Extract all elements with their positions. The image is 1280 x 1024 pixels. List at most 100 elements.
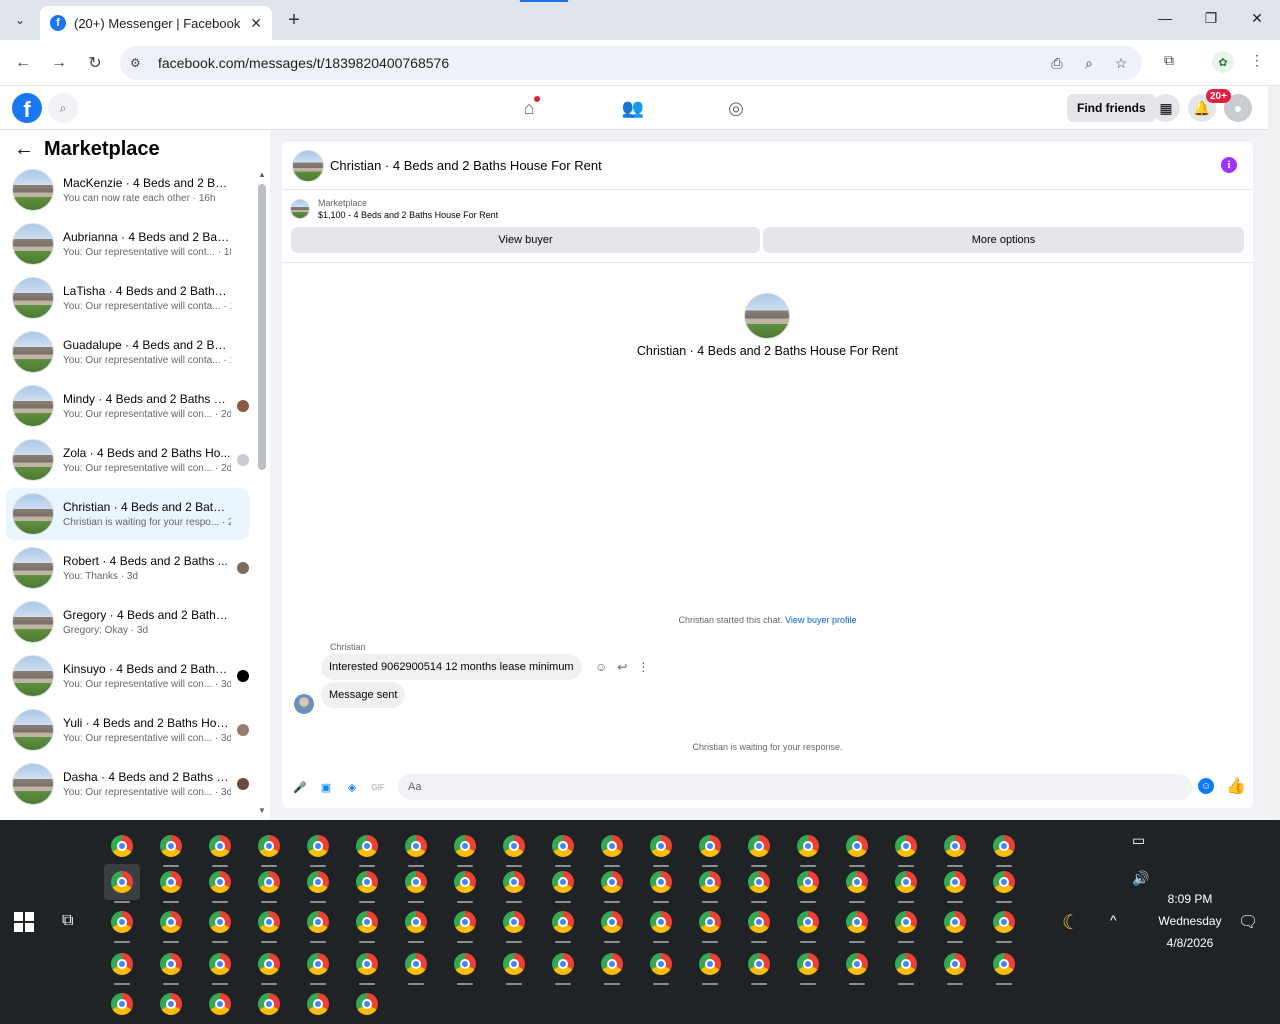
conversation-item[interactable]: LaTisha · 4 Beds and 2 Baths Ho... You: O…: [6, 272, 249, 324]
taskbar-app-icon[interactable]: [153, 946, 189, 985]
taskbar-app-icon[interactable]: [888, 828, 924, 867]
notification-center-icon[interactable]: 🗨: [1238, 912, 1258, 932]
conversation-item[interactable]: Guadalupe · 4 Beds and 2 Baths... You: Ou…: [6, 326, 249, 378]
taskbar-app-icon[interactable]: [594, 864, 630, 903]
photo-icon[interactable]: ▣: [318, 779, 334, 795]
more-icon[interactable]: ⋮: [637, 660, 649, 674]
taskbar-app-icon[interactable]: [986, 946, 1022, 985]
facebook-logo-icon[interactable]: f: [12, 93, 42, 123]
taskbar-app-icon[interactable]: [790, 828, 826, 867]
zoom-icon[interactable]: ⌕: [1078, 55, 1100, 72]
scroll-down-icon[interactable]: ▼: [258, 806, 266, 815]
chat-avatar[interactable]: [292, 149, 324, 182]
taskbar-app-icon[interactable]: [937, 904, 973, 943]
taskbar-app-icon[interactable]: [741, 828, 777, 867]
taskbar-app-icon[interactable]: [888, 946, 924, 985]
conversation-item[interactable]: Gregory · 4 Beds and 2 Baths H... Gregory…: [6, 596, 249, 648]
minimize-icon[interactable]: —: [1155, 10, 1175, 26]
forward-icon[interactable]: →: [48, 52, 70, 74]
taskbar-app-icon[interactable]: [447, 904, 483, 943]
taskbar-app-icon[interactable]: [643, 904, 679, 943]
taskbar-app-icon[interactable]: [349, 828, 385, 867]
sidebar-scroll-thumb[interactable]: [258, 184, 266, 470]
taskbar-app-icon[interactable]: [202, 904, 238, 943]
conversation-item[interactable]: Christian · 4 Beds and 2 Baths ... Christ…: [6, 488, 249, 540]
taskbar-app-icon[interactable]: [447, 828, 483, 867]
taskbar-app-icon[interactable]: [251, 864, 287, 903]
react-emoji-icon[interactable]: ☺: [595, 660, 607, 674]
taskbar-app-icon[interactable]: [202, 986, 238, 1022]
search-icon[interactable]: ⌕: [48, 93, 78, 123]
taskbar-app-icon[interactable]: [643, 828, 679, 867]
more-options-button[interactable]: More options: [763, 227, 1244, 253]
taskbar-app-icon[interactable]: [104, 828, 140, 867]
taskbar-app-icon[interactable]: [349, 946, 385, 985]
close-tab-icon[interactable]: ✕: [250, 15, 262, 32]
taskbar-app-icon[interactable]: [202, 946, 238, 985]
message-bubble[interactable]: Interested 9062900514 12 months lease mi…: [321, 654, 582, 680]
message-bubble[interactable]: Message sent: [321, 682, 406, 708]
browser-tab[interactable]: f (20+) Messenger | Facebook ✕: [40, 6, 272, 40]
taskbar-app-icon[interactable]: [594, 904, 630, 943]
taskbar-app-icon[interactable]: [398, 904, 434, 943]
taskbar-app-icon[interactable]: [790, 946, 826, 985]
taskbar-app-icon[interactable]: [937, 828, 973, 867]
conversation-item[interactable]: Mindy · 4 Beds and 2 Baths H... You: Our …: [6, 380, 249, 432]
taskbar-app-icon[interactable]: [447, 864, 483, 903]
taskbar-app-icon[interactable]: [349, 904, 385, 943]
taskbar-app-icon[interactable]: [545, 864, 581, 903]
sidebar-scrollbar[interactable]: ▲ ▼: [258, 170, 266, 815]
taskbar-app-icon[interactable]: [251, 904, 287, 943]
taskbar-app-icon[interactable]: [839, 864, 875, 903]
emoji-icon[interactable]: ☺: [1198, 778, 1214, 794]
home-icon[interactable]: ⌂: [516, 96, 542, 120]
taskbar-app-icon[interactable]: [692, 904, 728, 943]
taskbar-app-icon[interactable]: [496, 946, 532, 985]
taskbar-app-icon[interactable]: [398, 864, 434, 903]
windows-start-icon[interactable]: [14, 912, 34, 932]
taskbar-app-icon[interactable]: [300, 946, 336, 985]
taskbar-app-icon[interactable]: [300, 828, 336, 867]
conversation-item[interactable]: MacKenzie · 4 Beds and 2 Baths... You can…: [6, 164, 249, 216]
message-input[interactable]: Aa: [398, 774, 1192, 800]
taskbar-app-icon[interactable]: [839, 904, 875, 943]
taskbar-app-icon[interactable]: [496, 904, 532, 943]
reload-icon[interactable]: ↻: [84, 52, 106, 74]
taskbar-app-icon[interactable]: [153, 828, 189, 867]
microphone-icon[interactable]: 🎤: [292, 779, 308, 795]
taskbar-app-icon[interactable]: [104, 904, 140, 943]
reply-icon[interactable]: ↩: [617, 660, 627, 674]
taskbar-app-icon[interactable]: [643, 946, 679, 985]
taskbar-app-icon[interactable]: [104, 946, 140, 985]
tab-search-icon[interactable]: ⌄: [8, 8, 32, 32]
view-buyer-button[interactable]: View buyer: [291, 227, 760, 253]
taskbar-app-icon[interactable]: [643, 864, 679, 903]
install-app-icon[interactable]: ⎙: [1046, 55, 1068, 72]
taskbar-app-icon[interactable]: [300, 864, 336, 903]
taskbar-app-icon[interactable]: [839, 828, 875, 867]
close-window-icon[interactable]: ✕: [1247, 10, 1267, 27]
clock-time[interactable]: 8:09 PM: [1150, 892, 1230, 906]
taskbar-app-icon[interactable]: [986, 864, 1022, 903]
taskbar-app-icon[interactable]: [398, 828, 434, 867]
info-icon[interactable]: i: [1221, 157, 1237, 173]
page-scrollbar[interactable]: [1268, 86, 1280, 820]
conversation-item[interactable]: Aubrianna · 4 Beds and 2 Baths ... You: O…: [6, 218, 249, 270]
conversation-item[interactable]: Zola · 4 Beds and 2 Baths Ho... You: Our …: [6, 434, 249, 486]
chrome-profile-avatar[interactable]: ✿: [1212, 51, 1234, 73]
new-tab-icon[interactable]: +: [282, 8, 306, 32]
url-text[interactable]: facebook.com/messages/t/1839820400768576: [158, 55, 1046, 71]
clock-day[interactable]: Wednesday: [1150, 914, 1230, 928]
thumbs-up-icon[interactable]: 👍: [1226, 776, 1246, 796]
taskbar-app-icon[interactable]: [692, 828, 728, 867]
groups-icon[interactable]: ◎: [723, 96, 749, 120]
back-arrow-icon[interactable]: ←: [14, 138, 34, 161]
taskbar-app-icon[interactable]: [545, 904, 581, 943]
taskbar-app-icon[interactable]: [986, 828, 1022, 867]
address-bar[interactable]: ⚙ facebook.com/messages/t/18398204007685…: [120, 46, 1142, 80]
taskbar-app-icon[interactable]: [349, 986, 385, 1022]
taskbar-app-icon[interactable]: [839, 946, 875, 985]
extensions-icon[interactable]: ⧉: [1158, 52, 1180, 69]
conversation-item[interactable]: Yuli · 4 Beds and 2 Baths Hou... You: Our…: [6, 704, 249, 756]
taskbar-app-icon[interactable]: [153, 986, 189, 1022]
